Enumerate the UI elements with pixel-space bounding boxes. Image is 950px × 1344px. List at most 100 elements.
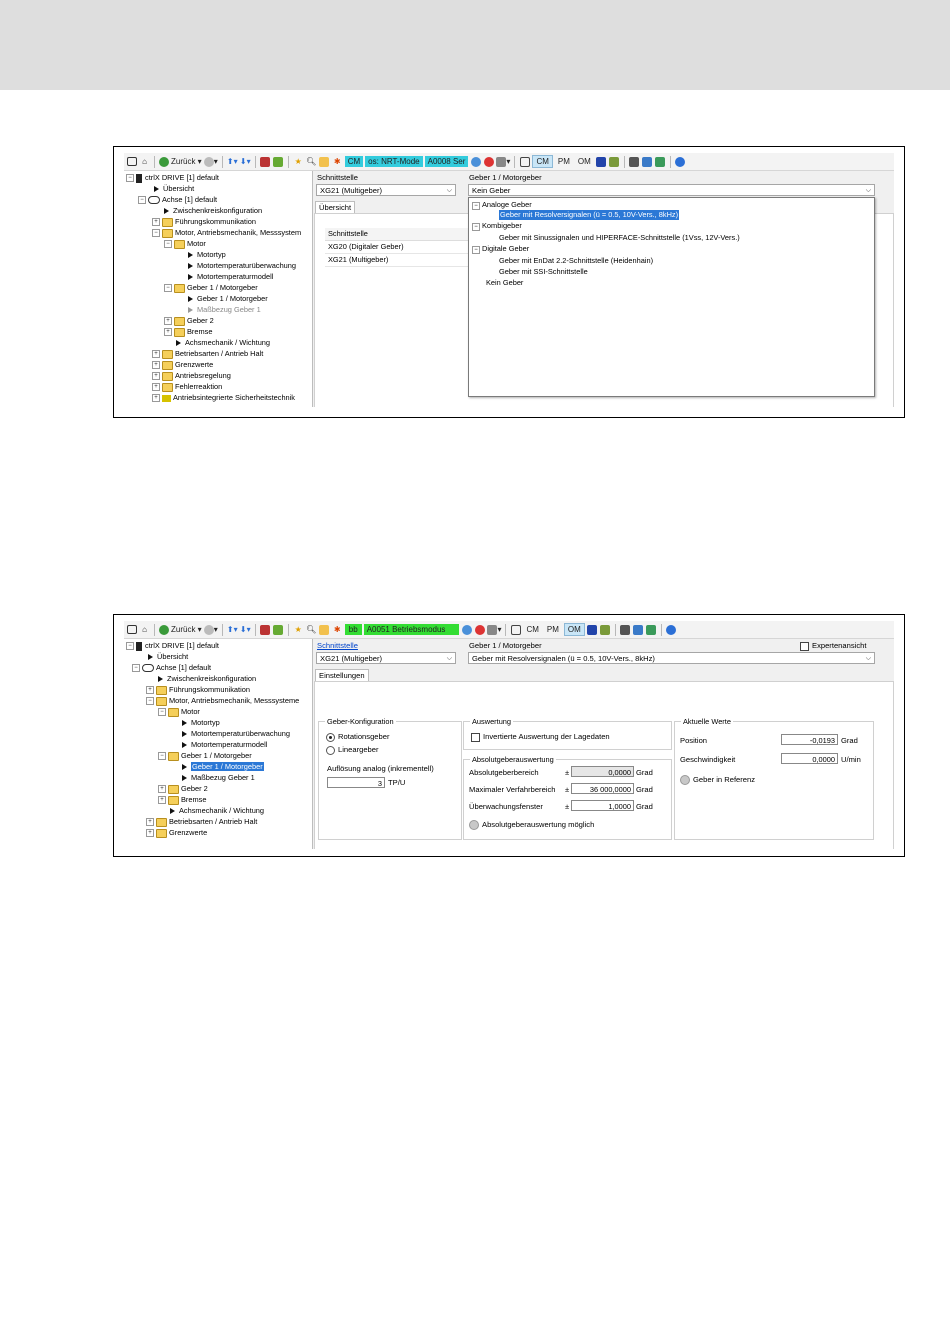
tree-node-safety[interactable]: + Antriebsintegrierte Sicherheitstechnik	[152, 392, 295, 403]
tree-node-encoder1[interactable]: Geber 1 / Motorgeber	[182, 761, 264, 772]
search-icon[interactable]: 🔍︎	[306, 624, 317, 636]
window-icon[interactable]	[126, 156, 137, 168]
table-row[interactable]: XG21 (Multigeber)	[325, 254, 468, 267]
interface-link[interactable]: Schnittstelle	[317, 641, 358, 650]
compare-icon[interactable]	[642, 156, 653, 168]
nav-down-icon[interactable]: ⬇▾	[240, 624, 251, 636]
tree-node-axis[interactable]: − Achse [1] default	[138, 194, 217, 205]
tree-node-communication[interactable]: + Führungskommunikation	[152, 216, 256, 227]
help-icon[interactable]	[675, 156, 686, 168]
mode-button-cm[interactable]: CM	[523, 624, 541, 635]
tree-node-motor-temp-model[interactable]: Motortemperaturmodell	[182, 739, 267, 750]
tree-node-brake[interactable]: + Bremse	[164, 326, 212, 337]
tree-node-encoder1-folder[interactable]: − Geber 1 / Motorgeber	[158, 750, 252, 761]
interface-select[interactable]: XG21 (Multigeber) ⌵	[316, 652, 456, 664]
tree-node-encoder1-reference[interactable]: Maßbezug Geber 1	[182, 772, 255, 783]
mode-button-om[interactable]: OM	[575, 156, 594, 167]
oscilloscope-icon[interactable]	[510, 624, 521, 636]
favorite-icon[interactable]: ★	[293, 156, 304, 168]
list-group-combi[interactable]: − Kombigeber	[472, 221, 522, 231]
mode-button-pm[interactable]: PM	[555, 156, 573, 167]
forward-button[interactable]: ▾	[203, 624, 218, 636]
list-item-endat[interactable]: Geber mit EnDat 2.2-Schnittstelle (Heide…	[499, 256, 653, 266]
tree-node-limits[interactable]: + Grenzwerte	[152, 359, 213, 370]
tree-node-motor[interactable]: − Motor	[164, 238, 206, 249]
list-item-hiperface[interactable]: Geber mit Sinussignalen und HIPERFACE-Sc…	[499, 233, 740, 243]
oscilloscope-icon[interactable]	[519, 156, 530, 168]
mode-button-om[interactable]: OM	[563, 623, 585, 636]
back-button[interactable]: Zurück ▾	[159, 156, 202, 168]
tree-node-limits[interactable]: + Grenzwerte	[146, 827, 207, 838]
nav-down-icon[interactable]: ⬇▾	[240, 156, 251, 168]
save-icon[interactable]	[273, 156, 284, 168]
list-item-resolver[interactable]: Geber mit Resolversignalen (ü = 0.5, 10V…	[497, 209, 681, 221]
max-travel-input[interactable]: 36 000,0000	[571, 783, 634, 794]
mode-button-cm[interactable]: CM	[532, 155, 553, 168]
nav-up-icon[interactable]: ⬆▾	[227, 624, 238, 636]
tree-node-communication[interactable]: + Führungskommunikation	[146, 684, 250, 695]
inverted-evaluation-option[interactable]: Invertierte Auswertung der Lagedaten	[471, 732, 610, 742]
save-icon[interactable]	[273, 624, 284, 636]
star-config-icon[interactable]: ✱	[332, 156, 343, 168]
back-button[interactable]: Zurück ▾	[159, 624, 202, 636]
inverted-checkbox[interactable]	[471, 732, 480, 742]
home-icon[interactable]: ⌂	[139, 624, 150, 636]
window-icon[interactable]	[126, 624, 137, 636]
load-icon[interactable]	[260, 624, 271, 636]
tree-node-drive[interactable]: − ctrlX DRIVE [1] default	[126, 640, 219, 651]
encoder-select[interactable]: Kein Geber ⌵	[468, 184, 875, 196]
panel-icon[interactable]	[587, 624, 598, 636]
device-icon[interactable]: ▾	[496, 156, 510, 168]
table-row[interactable]: XG20 (Digitaler Geber)	[325, 241, 468, 254]
tree-node-motor-mechanics[interactable]: − Motor, Antriebsmechanik, Messsysteme	[146, 695, 299, 706]
table-icon[interactable]	[319, 624, 330, 636]
tree-node-brake[interactable]: + Bremse	[158, 794, 206, 805]
list-group-digital[interactable]: − Digitale Geber	[472, 244, 529, 254]
tree-node-dclink[interactable]: Zwischenkreiskonfiguration	[158, 673, 256, 684]
encoder-select[interactable]: Geber mit Resolversignalen (ü = 0.5, 10V…	[468, 652, 875, 664]
tree-node-motortype[interactable]: Motortyp	[182, 717, 220, 728]
help-icon[interactable]	[666, 624, 677, 636]
radio-rotary[interactable]: Rotationsgeber	[326, 732, 390, 742]
tree-node-axis-mechanics[interactable]: Achsmechanik / Wichtung	[176, 337, 270, 348]
tree-node-motor-temp-model[interactable]: Motortemperaturmodell	[188, 271, 273, 282]
transfer-icon[interactable]	[655, 156, 666, 168]
forward-button[interactable]: ▾	[203, 156, 218, 168]
tree-node-encoder2[interactable]: + Geber 2	[158, 783, 208, 794]
tree-node-motortype[interactable]: Motortyp	[188, 249, 226, 260]
compare-icon[interactable]	[633, 624, 644, 636]
star-config-icon[interactable]: ✱	[332, 624, 343, 636]
monitor-window-input[interactable]: 1,0000	[571, 800, 634, 811]
table-icon[interactable]	[319, 156, 330, 168]
stop-icon[interactable]	[474, 624, 485, 636]
tree-node-encoder1[interactable]: Geber 1 / Motorgeber	[188, 293, 268, 304]
tree-node-error-reaction[interactable]: + Fehlerreaktion	[152, 381, 222, 392]
tree-node-motor-mechanics[interactable]: − Motor, Antriebsmechanik, Messsystem	[152, 227, 301, 238]
expert-view-toggle[interactable]: Expertenansicht	[800, 641, 866, 651]
tree-node-operating-modes[interactable]: + Betriebsarten / Antrieb Halt	[152, 348, 263, 359]
radio-linear[interactable]: Lineargeber	[326, 745, 379, 755]
home-icon[interactable]: ⌂	[139, 156, 150, 168]
favorite-icon[interactable]: ★	[293, 624, 304, 636]
tree-node-axis[interactable]: − Achse [1] default	[132, 662, 211, 673]
list-item-no-encoder[interactable]: Kein Geber	[486, 278, 523, 288]
transfer-icon[interactable]	[646, 624, 657, 636]
tree-node-overview[interactable]: Übersicht	[154, 183, 194, 194]
search-icon[interactable]: 🔍︎	[306, 156, 317, 168]
tree-node-operating-modes[interactable]: + Betriebsarten / Antrieb Halt	[146, 816, 257, 827]
tree-node-encoder1-folder[interactable]: − Geber 1 / Motorgeber	[164, 282, 258, 293]
export-icon[interactable]	[609, 156, 620, 168]
tree-node-drive-control[interactable]: + Antriebsregelung	[152, 370, 231, 381]
tree-node-motor-temp-monitoring[interactable]: Motortemperaturüberwachung	[188, 260, 296, 271]
tree-node-drive[interactable]: − ctrlX DRIVE [1] default	[126, 172, 219, 183]
interface-select[interactable]: XG21 (Multigeber) ⌵	[316, 184, 456, 196]
copy-icon[interactable]	[629, 156, 640, 168]
refresh-icon[interactable]	[461, 624, 472, 636]
tree-node-encoder1-reference[interactable]: Maßbezug Geber 1	[188, 304, 261, 315]
list-item-ssi[interactable]: Geber mit SSI-Schnittstelle	[499, 267, 588, 277]
tree-node-encoder2[interactable]: + Geber 2	[164, 315, 214, 326]
tree-node-motor-temp-monitoring[interactable]: Motortemperaturüberwachung	[182, 728, 290, 739]
copy-icon[interactable]	[620, 624, 631, 636]
stop-icon[interactable]	[483, 156, 494, 168]
tree-node-dclink[interactable]: Zwischenkreiskonfiguration	[164, 205, 262, 216]
